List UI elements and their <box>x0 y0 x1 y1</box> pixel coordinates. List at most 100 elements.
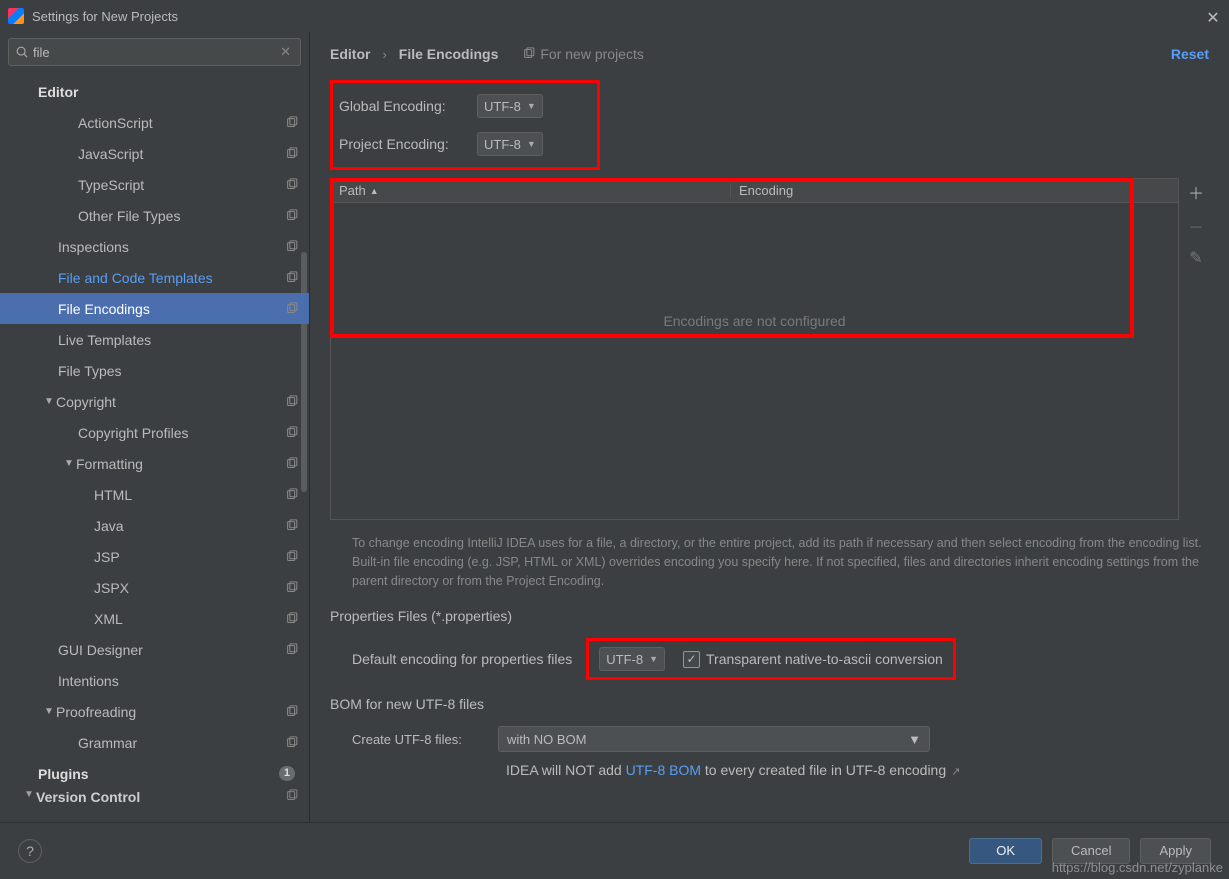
clear-search-icon[interactable]: ✕ <box>277 44 294 60</box>
copy-icon <box>285 271 299 285</box>
tree-item-inspections[interactable]: Inspections <box>0 231 309 262</box>
remove-icon[interactable]: － <box>1188 214 1204 238</box>
edit-icon[interactable]: ✎ <box>1189 248 1202 268</box>
tree-item-javascript[interactable]: JavaScript <box>0 138 309 169</box>
tree-item-label: Grammar <box>78 735 285 751</box>
tree-item-copyright-profiles[interactable]: Copyright Profiles <box>0 417 309 448</box>
tree-item-label: JSPX <box>94 580 285 596</box>
column-path[interactable]: Path ▲ <box>331 183 731 198</box>
tree-item-jspx[interactable]: JSPX <box>0 572 309 603</box>
expand-arrow-icon: ▼ <box>22 789 36 800</box>
copy-icon <box>285 736 299 750</box>
close-icon[interactable]: ✕ <box>1205 8 1221 24</box>
tree-item-file-encodings[interactable]: File Encodings <box>0 293 309 324</box>
tree-item-plugins[interactable]: Plugins1 <box>0 758 309 789</box>
bom-heading: BOM for new UTF-8 files <box>330 696 1209 712</box>
copy-icon <box>285 550 299 564</box>
utf8-bom-link[interactable]: UTF-8 BOM <box>626 762 701 778</box>
tree-item-label: Editor <box>38 84 299 100</box>
tree-item-label: GUI Designer <box>58 642 285 658</box>
breadcrumb: Editor › File Encodings For new projects <box>330 46 1209 62</box>
search-input[interactable] <box>29 45 277 60</box>
global-encoding-combo[interactable]: UTF-8▼ <box>477 94 543 118</box>
tree-item-file-and-code-templates[interactable]: File and Code Templates <box>0 262 309 293</box>
external-link-icon: ↗ <box>948 766 960 778</box>
tree-item-label: Plugins <box>38 766 279 782</box>
reset-link[interactable]: Reset <box>1171 46 1209 62</box>
window-title: Settings for New Projects <box>32 9 1205 24</box>
tree-item-label: Copyright Profiles <box>78 425 285 441</box>
tree-item-label: Formatting <box>76 456 285 472</box>
tree-item-label: ActionScript <box>78 115 285 131</box>
tree-item-label: File Encodings <box>58 301 285 317</box>
path-encoding-table[interactable]: Path ▲ Encoding Encodings are not config… <box>330 178 1179 520</box>
search-input-wrap[interactable]: ✕ <box>8 38 301 66</box>
create-utf8-label: Create UTF-8 files: <box>352 732 484 747</box>
encoding-description: To change encoding IntelliJ IDEA uses fo… <box>352 534 1205 590</box>
project-encoding-combo[interactable]: UTF-8▼ <box>477 132 543 156</box>
expand-arrow-icon: ▼ <box>42 396 56 407</box>
native-to-ascii-checkbox[interactable]: ✓ Transparent native-to-ascii conversion <box>683 651 943 668</box>
tree-item-version-control[interactable]: ▼Version Control <box>0 789 309 807</box>
tree-item-other-file-types[interactable]: Other File Types <box>0 200 309 231</box>
tree-item-label: JavaScript <box>78 146 285 162</box>
crumb-editor[interactable]: Editor <box>330 46 370 62</box>
copy-icon <box>285 240 299 254</box>
tree-item-proofreading[interactable]: ▼Proofreading <box>0 696 309 727</box>
chevron-down-icon: ▼ <box>649 654 658 664</box>
for-new-projects: For new projects <box>522 46 643 62</box>
tree-item-label: Inspections <box>58 239 285 255</box>
copy-icon <box>285 209 299 223</box>
bom-note: IDEA will NOT add UTF-8 BOM to every cre… <box>506 762 1209 778</box>
table-empty-text: Encodings are not configured <box>331 203 1178 519</box>
cancel-button[interactable]: Cancel <box>1052 838 1130 864</box>
footer: ? OK Cancel Apply <box>0 822 1229 878</box>
tree-item-grammar[interactable]: Grammar <box>0 727 309 758</box>
tree-item-label: Version Control <box>36 789 285 805</box>
copy-icon <box>285 178 299 192</box>
copy-icon <box>285 789 299 803</box>
expand-arrow-icon: ▼ <box>62 458 76 469</box>
properties-encoding-combo[interactable]: UTF-8▼ <box>599 647 665 671</box>
settings-tree[interactable]: Editor ActionScript JavaScript TypeScript Ot… <box>0 72 309 822</box>
tree-item-label: TypeScript <box>78 177 285 193</box>
titlebar: Settings for New Projects ✕ <box>0 0 1229 32</box>
properties-heading: Properties Files (*.properties) <box>330 608 1209 624</box>
copy-icon <box>285 488 299 502</box>
chevron-down-icon: ▼ <box>908 732 921 747</box>
tree-item-formatting[interactable]: ▼Formatting <box>0 448 309 479</box>
main-panel: Editor › File Encodings For new projects… <box>310 32 1229 822</box>
tree-item-copyright[interactable]: ▼Copyright <box>0 386 309 417</box>
ok-button[interactable]: OK <box>969 838 1042 864</box>
tree-item-actionscript[interactable]: ActionScript <box>0 107 309 138</box>
help-button[interactable]: ? <box>18 839 42 863</box>
copy-icon <box>285 302 299 316</box>
apply-button[interactable]: Apply <box>1140 838 1211 864</box>
count-badge: 1 <box>279 766 295 781</box>
copy-icon <box>285 426 299 440</box>
tree-item-label: Other File Types <box>78 208 285 224</box>
copy-icon <box>285 581 299 595</box>
app-icon <box>8 8 24 24</box>
sort-asc-icon: ▲ <box>370 186 379 196</box>
project-encoding-label: Project Encoding: <box>339 136 467 152</box>
tree-item-label: Proofreading <box>56 704 285 720</box>
create-utf8-combo[interactable]: with NO BOM▼ <box>498 726 930 752</box>
tree-item-xml[interactable]: XML <box>0 603 309 634</box>
tree-item-jsp[interactable]: JSP <box>0 541 309 572</box>
copy-icon <box>285 116 299 130</box>
tree-item-intentions[interactable]: Intentions <box>0 665 309 696</box>
tree-item-java[interactable]: Java <box>0 510 309 541</box>
tree-item-file-types[interactable]: File Types <box>0 355 309 386</box>
tree-item-live-templates[interactable]: Live Templates <box>0 324 309 355</box>
add-icon[interactable]: ＋ <box>1188 180 1204 204</box>
tree-item-label: HTML <box>94 487 285 503</box>
tree-item-label: JSP <box>94 549 285 565</box>
tree-item-html[interactable]: HTML <box>0 479 309 510</box>
tree-item-gui-designer[interactable]: GUI Designer <box>0 634 309 665</box>
tree-item-editor[interactable]: Editor <box>0 76 309 107</box>
copy-icon <box>285 612 299 626</box>
tree-item-typescript[interactable]: TypeScript <box>0 169 309 200</box>
column-encoding[interactable]: Encoding <box>731 183 801 198</box>
copy-icon <box>285 705 299 719</box>
